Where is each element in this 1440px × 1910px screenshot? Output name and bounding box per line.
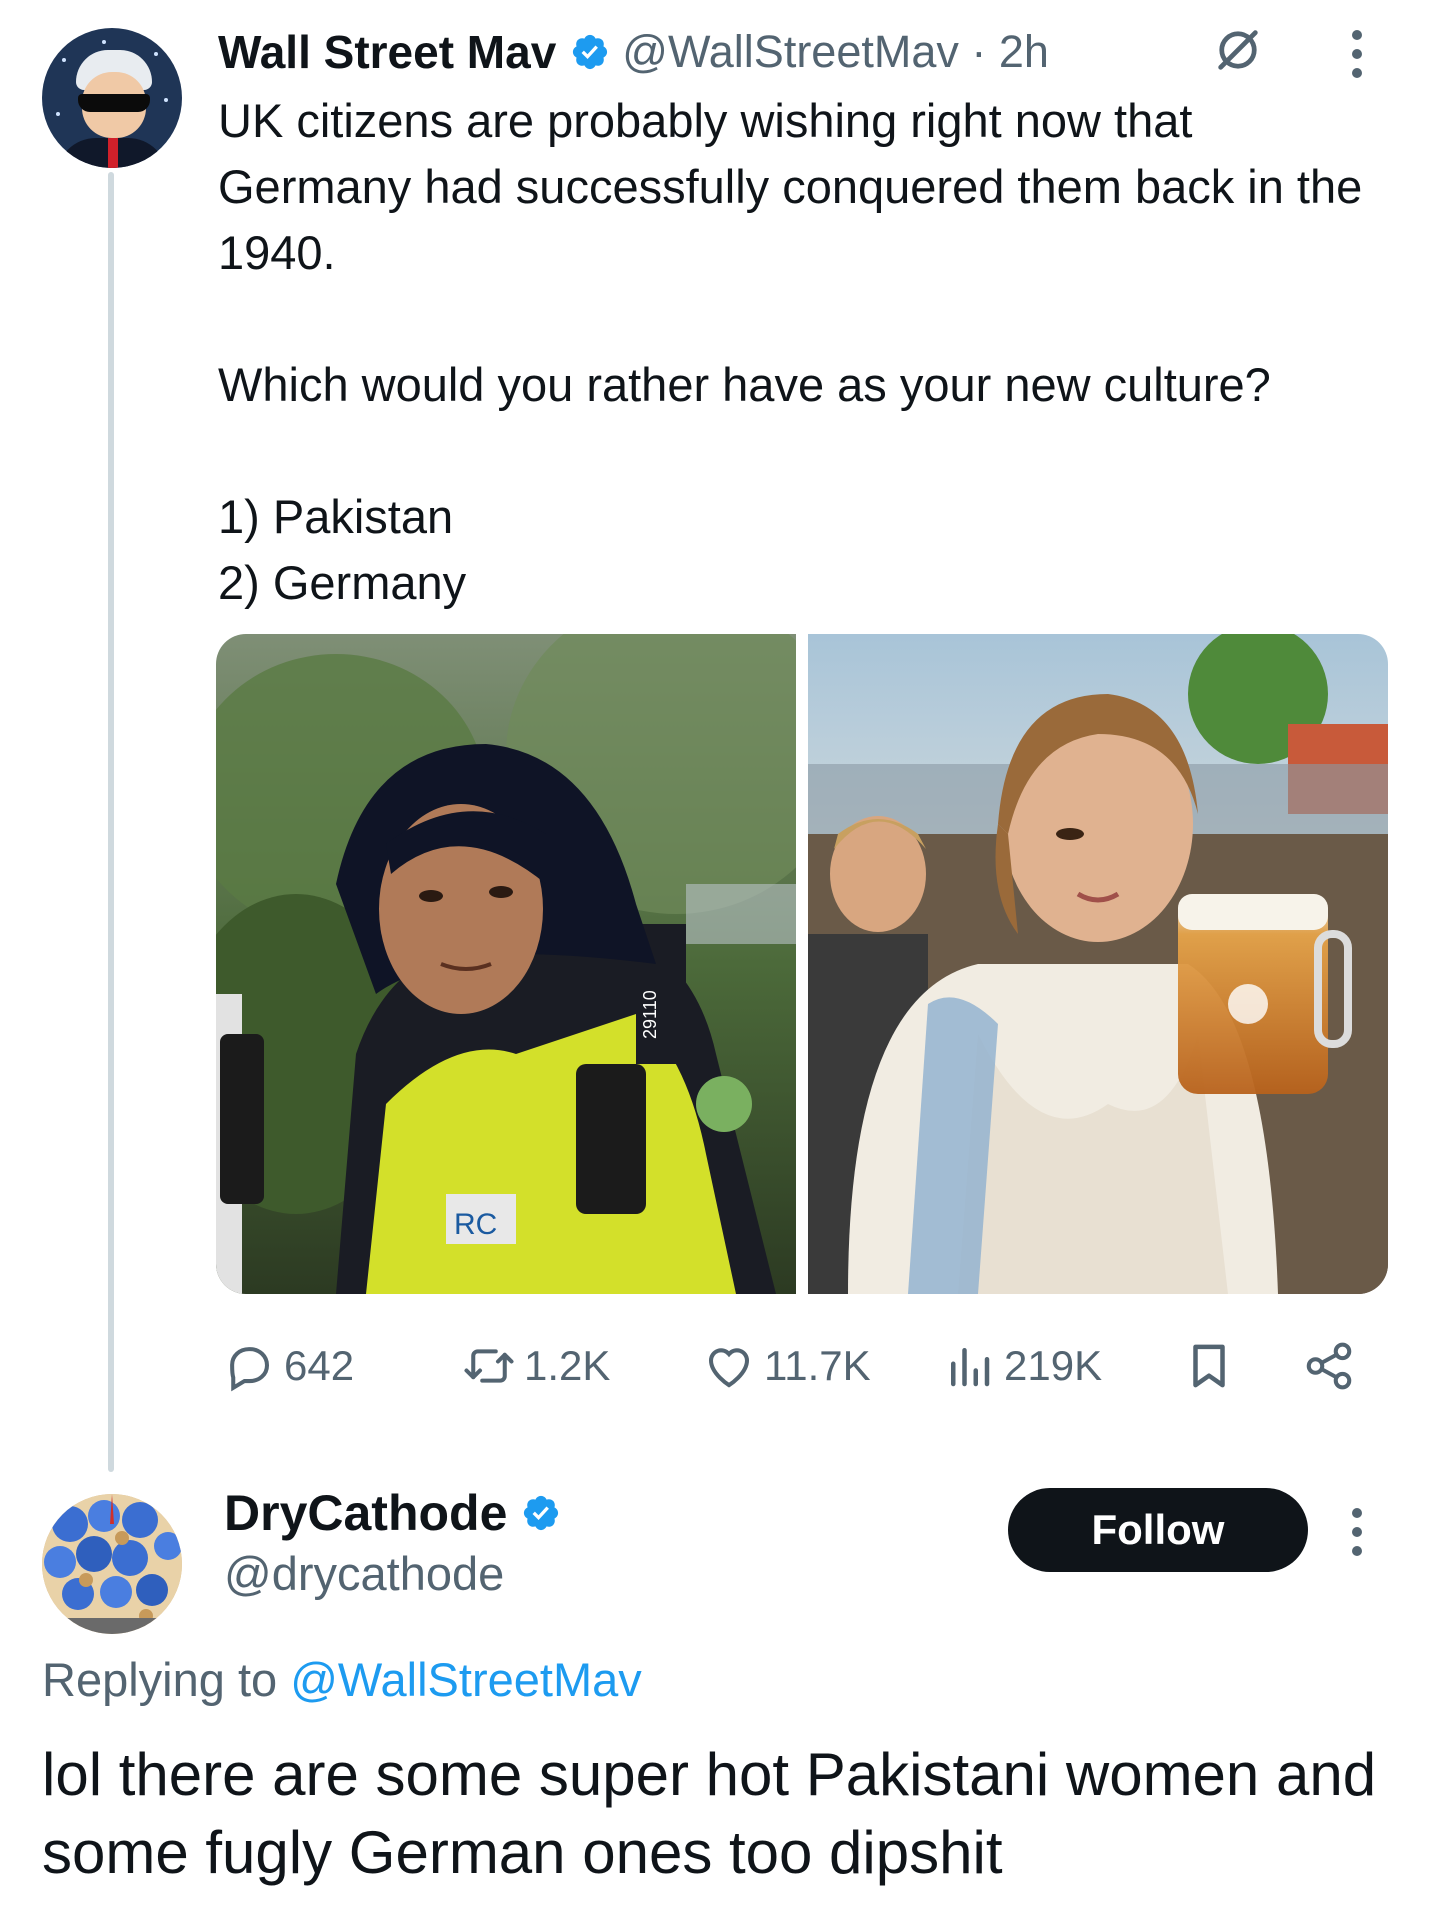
verified-badge-icon xyxy=(524,1495,559,1531)
share-action[interactable] xyxy=(1302,1334,1364,1398)
media-image-left[interactable]: RC 29110 xyxy=(216,634,796,1294)
avatar-star xyxy=(56,112,60,116)
post-actions: 642 1.2K 11.7K 219K xyxy=(222,1334,1394,1398)
views-chart-icon xyxy=(951,1348,990,1387)
like-action[interactable]: 11.7K xyxy=(702,1334,871,1398)
grok-icon[interactable] xyxy=(1212,24,1264,76)
follow-button[interactable]: Follow xyxy=(1008,1488,1308,1572)
police-officer-photo: RC 29110 xyxy=(216,634,796,1294)
thread-line xyxy=(108,172,114,1472)
views-count: 219K xyxy=(1004,1342,1103,1389)
bookmark-action[interactable] xyxy=(1182,1334,1244,1398)
reply-name-row: DryCathode xyxy=(224,1478,573,1548)
avatar-sunglasses xyxy=(78,94,150,112)
avatar-drycathode[interactable] xyxy=(42,1494,182,1634)
more-options-icon[interactable] xyxy=(1350,30,1364,78)
reply-more-options-icon[interactable] xyxy=(1350,1508,1364,1556)
heart-icon xyxy=(708,1348,750,1388)
replying-to-link[interactable]: @WallStreetMav xyxy=(290,1653,642,1706)
reply-icon xyxy=(230,1347,270,1392)
repost-icon xyxy=(464,1349,514,1383)
dot-separator: · xyxy=(971,26,987,77)
repost-count: 1.2K xyxy=(524,1342,611,1389)
avatar-tie xyxy=(108,138,118,168)
bookmark-icon xyxy=(1193,1344,1225,1388)
share-icon xyxy=(1306,1342,1352,1390)
molecules-avatar-image xyxy=(42,1494,182,1634)
post-text: UK citizens are probably wishing right n… xyxy=(218,94,1363,609)
svg-text:RC: RC xyxy=(454,1208,497,1241)
verified-badge-icon xyxy=(573,34,608,70)
avatar-star xyxy=(164,98,168,102)
media-image-right[interactable] xyxy=(808,634,1388,1294)
avatar-star xyxy=(62,58,66,62)
author-handle[interactable]: @WallStreetMav xyxy=(622,26,959,77)
reply-author-name[interactable]: DryCathode xyxy=(224,1484,507,1542)
avatar-wallstreetmav[interactable] xyxy=(42,28,182,168)
author-name[interactable]: Wall Street Mav xyxy=(218,25,556,79)
reply-text: lol there are some super hot Pakistani w… xyxy=(42,1741,1377,1886)
reply-action[interactable]: 642 xyxy=(222,1334,354,1398)
post-header: Wall Street Mav @WallStreetMav · 2h xyxy=(218,22,1049,82)
reply-count: 642 xyxy=(284,1342,355,1389)
replying-to-line: Replying to @WallStreetMav xyxy=(42,1652,642,1707)
handle-time: @WallStreetMav · 2h xyxy=(622,26,1049,78)
post-media[interactable]: RC 29110 xyxy=(216,634,1388,1294)
views-action[interactable]: 219K xyxy=(942,1334,1102,1398)
repost-action[interactable]: 1.2K xyxy=(462,1334,610,1398)
replying-to-label: Replying to xyxy=(42,1653,291,1706)
officer-badge-number: 29110 xyxy=(640,990,660,1039)
avatar-star xyxy=(154,52,158,56)
reply-author-handle[interactable]: @drycathode xyxy=(224,1546,504,1601)
avatar-star xyxy=(102,40,106,44)
post-time[interactable]: 2h xyxy=(999,26,1049,77)
oktoberfest-woman-photo xyxy=(808,634,1388,1294)
like-count: 11.7K xyxy=(764,1342,871,1389)
